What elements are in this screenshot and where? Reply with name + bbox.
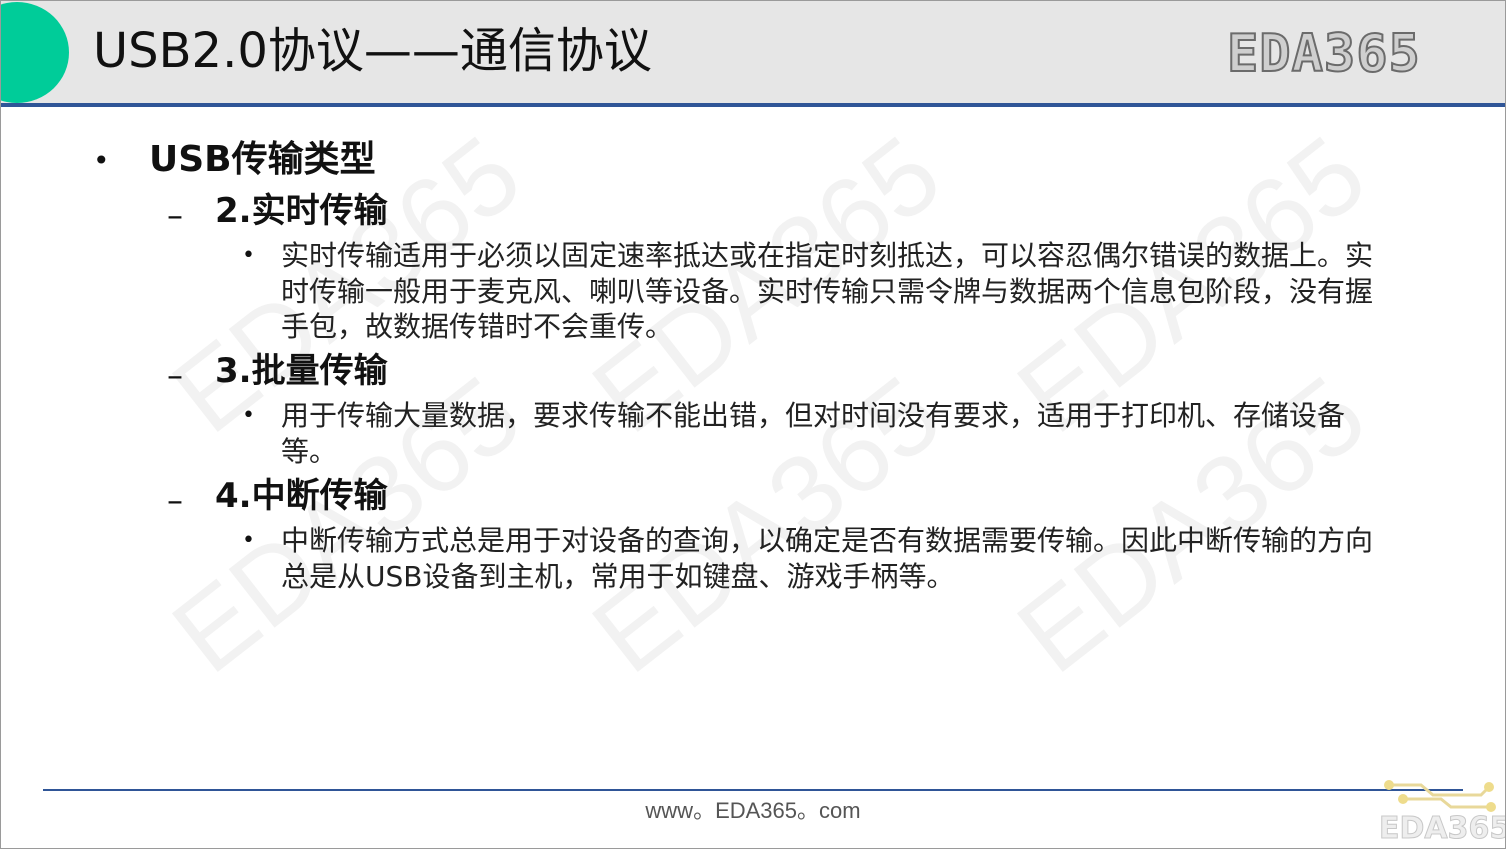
subheading-interrupt: 4.中断传输 [215, 476, 388, 516]
dash-icon: – [167, 196, 183, 234]
footer-divider [43, 789, 1463, 791]
bullet-icon: • [93, 144, 110, 177]
section-heading: USB传输类型 [149, 139, 376, 180]
footer-url: www。EDA365。com [645, 798, 861, 823]
dash-icon: – [167, 481, 183, 519]
paragraph-realtime: 实时传输适用于必须以固定速率抵达或在指定时刻抵达，可以容忍偶尔错误的数据上。实时… [281, 239, 1374, 343]
bullet-icon: • [242, 243, 255, 268]
subheading-bulk: 3.批量传输 [215, 351, 388, 391]
bullet-icon: • [242, 528, 255, 553]
dash-icon: – [167, 356, 183, 394]
subheading-realtime: 2.实时传输 [215, 191, 388, 231]
slide: EDA365 EDA365 EDA365 EDA365 EDA365 EDA36… [0, 0, 1506, 849]
footer-eda365-logo: EDA365 [1378, 811, 1506, 847]
paragraph-interrupt: 中断传输方式总是用于对设备的查询，以确定是否有数据需要传输。因此中断传输的方向总… [281, 524, 1374, 593]
bullet-icon: • [242, 403, 255, 428]
slide-body: • USB传输类型 – 2.实时传输 • 实时传输适用于必须以固定速率抵达或在指… [1, 1, 1505, 848]
paragraph-bulk: 用于传输大量数据，要求传输不能出错，但对时间没有要求，适用于打印机、存储设备等。 [281, 399, 1346, 468]
